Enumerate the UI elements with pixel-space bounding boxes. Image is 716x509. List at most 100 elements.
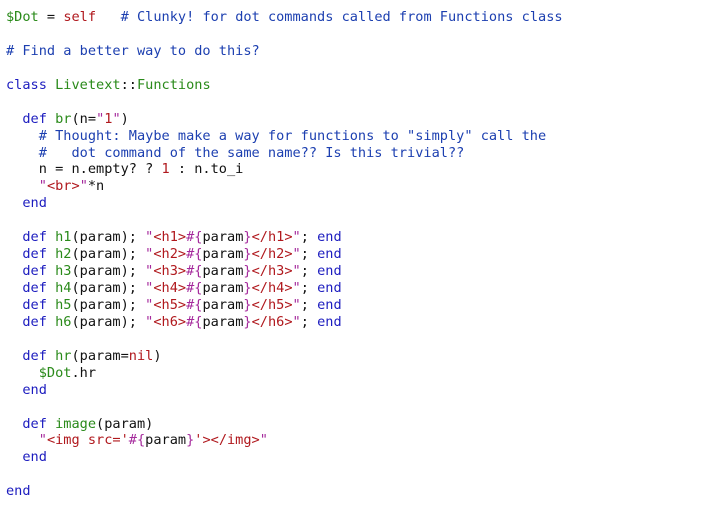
code-token-plain: (param)	[96, 415, 154, 432]
code-line: # dot command of the same name?? Is this…	[6, 145, 716, 162]
code-token-purple: "	[292, 246, 301, 263]
code-token-plain: (param=	[71, 347, 129, 364]
code-token-plain: param	[202, 229, 244, 246]
code-token-purple: "	[292, 313, 301, 330]
code-token-keyword: end	[22, 381, 47, 398]
code-token-string: '></img>	[194, 432, 260, 449]
code-token-global: $Dot	[38, 364, 72, 381]
code-token-purple: }	[243, 313, 252, 330]
code-line: end	[6, 195, 716, 212]
code-token-name: hr	[55, 347, 72, 364]
code-token-plain: param	[202, 263, 244, 280]
code-token-purple: "	[112, 110, 121, 127]
code-token-string: nil	[128, 347, 154, 364]
code-token-keyword: end	[22, 195, 47, 212]
code-token-plain: param	[202, 296, 244, 313]
code-token-string: <h1>	[153, 229, 187, 246]
code-token-keyword: def	[22, 280, 47, 296]
code-token-plain: ::	[120, 76, 137, 93]
code-line: end	[6, 382, 716, 399]
code-line: def h3(param); "<h3>#{param}</h3>"; end	[6, 263, 716, 280]
code-token-name: Functions	[136, 76, 211, 93]
code-token-purple: #{	[186, 280, 203, 296]
code-token-plain: (param);	[71, 280, 146, 296]
code-token-plain: (param);	[71, 313, 146, 330]
code-token-keyword: def	[22, 246, 47, 263]
code-line: def image(param)	[6, 416, 716, 433]
code-token-purple: #{	[186, 246, 203, 263]
code-token-plain: ;	[300, 246, 318, 263]
code-token-keyword: end	[317, 246, 342, 263]
code-token-keyword: def	[22, 110, 47, 127]
code-token-keyword: end	[317, 280, 342, 296]
code-token-plain: *n	[87, 178, 105, 195]
code-token-plain: .hr	[71, 364, 97, 381]
code-token-purple: }	[243, 246, 252, 263]
code-token-string: <h4>	[153, 280, 187, 296]
code-token-plain: : n.to_i	[169, 161, 244, 178]
code-token-plain: =	[38, 9, 64, 25]
code-token-purple: #{	[186, 313, 203, 330]
code-token-string: <h5>	[153, 296, 187, 313]
code-token-keyword: end	[317, 313, 342, 330]
code-line: "<img src='#{param}'></img>"	[6, 432, 716, 449]
code-token-plain: (param);	[71, 229, 146, 246]
code-token-purple: "	[292, 296, 301, 313]
code-token-keyword: end	[22, 449, 47, 466]
code-token-keyword: end	[317, 229, 342, 246]
code-token-plain: (param);	[71, 296, 146, 313]
code-token-purple: "	[292, 229, 301, 246]
code-token-string: <br>	[46, 178, 80, 195]
code-token-purple: #{	[186, 263, 203, 280]
code-token-keyword: end	[317, 263, 342, 280]
code-token-purple: }	[243, 263, 252, 280]
code-token-keyword: def	[22, 415, 47, 432]
code-token-purple: #{	[186, 229, 203, 246]
code-token-purple: #{	[128, 432, 146, 449]
code-token-plain: param	[202, 280, 244, 296]
code-token-plain: param	[145, 432, 187, 449]
code-token-string: </h5>	[251, 296, 293, 313]
code-token-purple: }	[243, 229, 252, 246]
code-line: def h2(param); "<h2>#{param}</h2>"; end	[6, 246, 716, 263]
code-line: def h5(param); "<h5>#{param}</h5>"; end	[6, 297, 716, 314]
code-token-string: <h2>	[153, 246, 187, 263]
code-token-purple: #{	[186, 296, 203, 313]
code-line: def hr(param=nil)	[6, 348, 716, 365]
code-token-purple: "	[79, 178, 88, 195]
code-token-purple: }	[243, 296, 252, 313]
code-editor[interactable]: $Dot = self # Clunky! for dot commands c…	[0, 0, 716, 509]
code-token-name: h6	[55, 313, 72, 330]
code-token-comment: # dot command of the same name?? Is this…	[38, 144, 465, 161]
code-token-plain: param	[202, 246, 244, 263]
code-token-string: </h3>	[251, 263, 293, 280]
code-token-string: </h2>	[251, 246, 293, 263]
code-token-comment: # Thought: Maybe make a way for function…	[38, 127, 547, 144]
code-line: def br(n="1")	[6, 111, 716, 128]
code-token-string: 1	[161, 161, 170, 178]
code-line: def h4(param); "<h4>#{param}</h4>"; end	[6, 280, 716, 297]
code-token-plain: ;	[300, 263, 318, 280]
code-token-name: h4	[55, 280, 72, 296]
